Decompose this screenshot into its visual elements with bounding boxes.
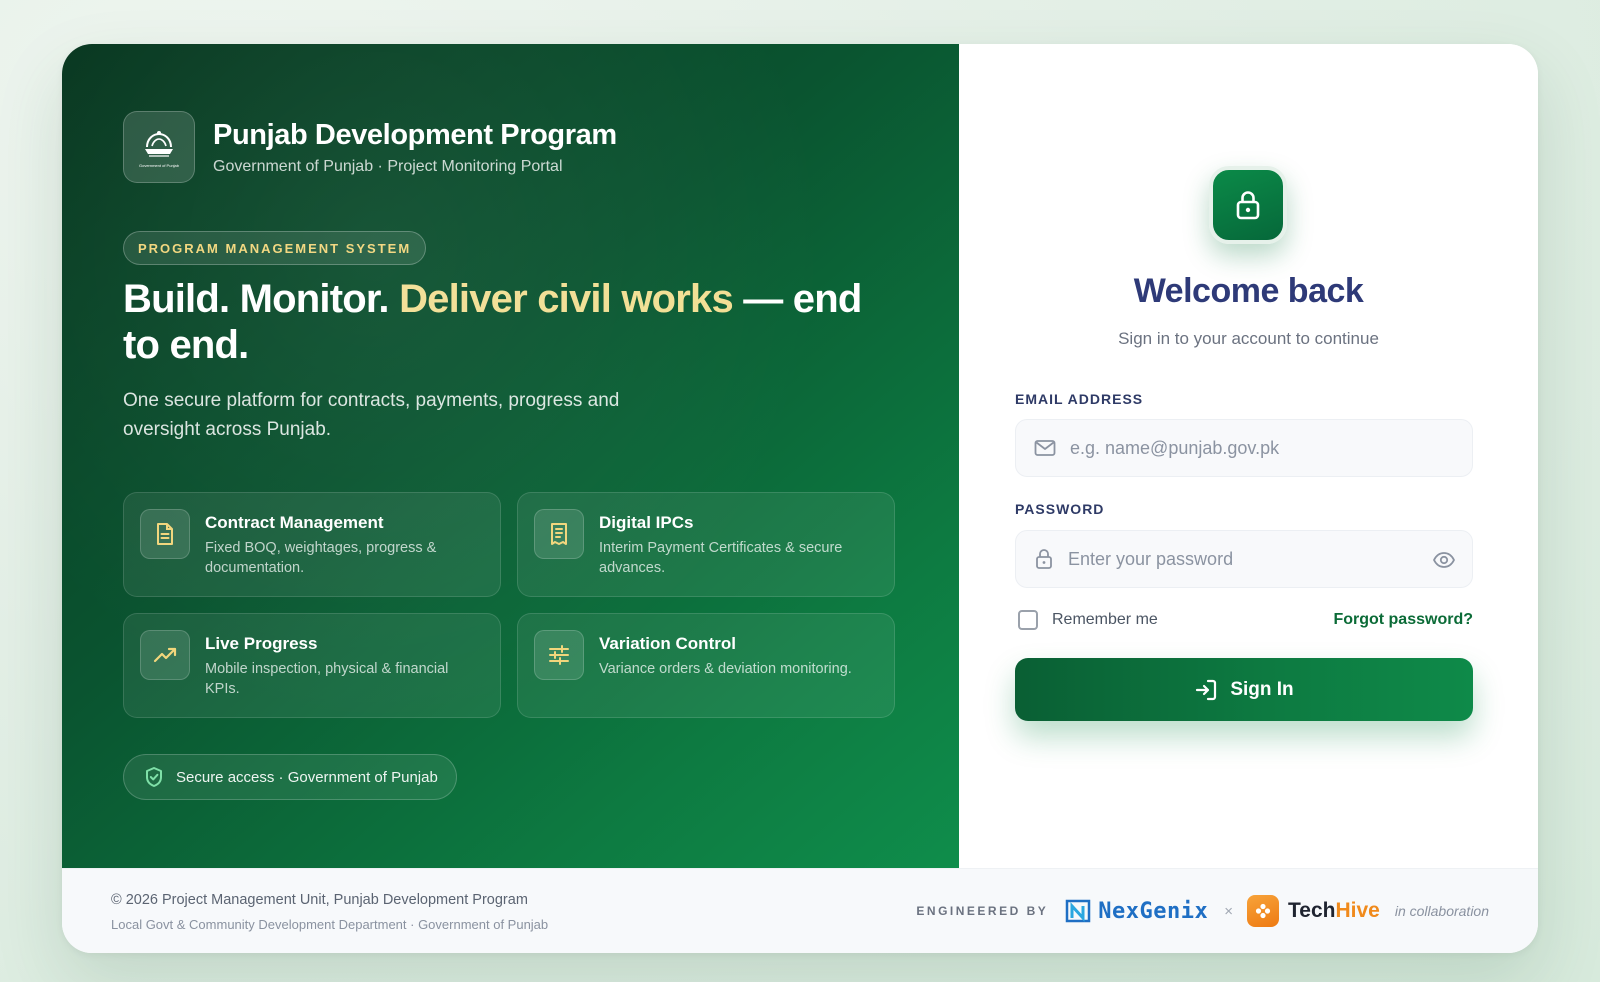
feature-grid: Contract Management Fixed BOQ, weightage…: [123, 492, 897, 718]
document-icon: [140, 509, 190, 559]
credits: ENGINEERED BY NexGenix × Tech Hive in col…: [916, 893, 1489, 929]
seal-caption: Government of Punjab: [138, 162, 180, 168]
nexgenix-name: NexGenix: [1098, 898, 1209, 924]
password-label: PASSWORD: [1015, 501, 1105, 517]
feature-title: Variation Control: [599, 634, 736, 653]
email-input[interactable]: [1070, 437, 1410, 459]
techhive-name-tech: Tech: [1288, 899, 1336, 922]
login-arrow-icon: [1196, 679, 1217, 700]
headline-accent: Deliver civil works: [399, 277, 734, 321]
headline-part-1: Build. Monitor.: [123, 277, 400, 321]
hero-lead: One secure platform for contracts, payme…: [123, 390, 620, 440]
feature-description: Interim Payment Certificates & secure ad…: [599, 540, 843, 576]
login-subtitle: Sign in to your account to continue: [1118, 329, 1379, 348]
techhive-name-hive: Hive: [1335, 899, 1380, 922]
program-pill: PROGRAM MANAGEMENT SYSTEM: [123, 231, 427, 265]
brand-subtitle: Government of Punjab · Project Monitorin…: [213, 158, 563, 175]
seal-icon: [145, 130, 173, 157]
hero-headline: Build. Monitor. Deliver civil works — en…: [123, 276, 863, 368]
government-seal-logo: Government of Punjab: [123, 111, 195, 183]
feature-description: Mobile inspection, physical & financial …: [205, 661, 449, 697]
shield-check-icon: [146, 767, 162, 787]
login-form-panel: Welcome back Sign in to your account to …: [959, 44, 1538, 868]
brand-title: Punjab Development Program: [213, 119, 617, 151]
remember-me-checkbox[interactable]: [1018, 610, 1038, 630]
nexgenix-logo: NexGenix: [1064, 898, 1208, 924]
techhive-mark-icon: [1247, 895, 1279, 927]
techhive-logo: Tech Hive: [1247, 895, 1380, 927]
mail-icon: [1034, 440, 1056, 456]
sign-in-button[interactable]: Sign In: [1015, 658, 1473, 721]
email-label: EMAIL ADDRESS: [1015, 391, 1144, 407]
remember-me[interactable]: Remember me: [1018, 610, 1158, 630]
feature-card: Digital IPCs Interim Payment Certificate…: [517, 492, 895, 597]
lock-icon: [1209, 166, 1287, 244]
nexgenix-mark-icon: [1066, 899, 1091, 923]
separator: ×: [1224, 902, 1233, 920]
sliders-icon: [534, 630, 584, 680]
secure-access-text: Secure access · Government of Punjab: [176, 768, 438, 786]
feature-title: Live Progress: [205, 634, 318, 653]
receipt-icon: [534, 509, 584, 559]
feature-description: Variance orders & deviation monitoring.: [599, 661, 852, 677]
feature-card: Live Progress Mobile inspection, physica…: [123, 613, 501, 718]
remember-me-label: Remember me: [1052, 611, 1158, 628]
feature-title: Digital IPCs: [599, 513, 694, 532]
sign-in-label: Sign In: [1230, 678, 1294, 700]
trending-up-icon: [140, 630, 190, 680]
login-title: Welcome back: [1133, 272, 1364, 310]
show-password-eye-icon[interactable]: [1432, 548, 1456, 572]
feature-card: Variation Control Variance orders & devi…: [517, 613, 895, 718]
engineered-by-label: ENGINEERED BY: [916, 904, 1049, 918]
feature-card: Contract Management Fixed BOQ, weightage…: [123, 492, 501, 597]
feature-description: Fixed BOQ, weightages, progress & docume…: [205, 540, 437, 576]
collaboration-note: in collaboration: [1394, 903, 1489, 919]
hero-panel: Government of Punjab Punjab Development …: [62, 44, 959, 868]
email-field[interactable]: [1015, 419, 1473, 477]
lock-small-icon: [1036, 549, 1052, 569]
copyright-text: © 2026 Project Management Unit, Punjab D…: [111, 892, 528, 908]
brand-header: Government of Punjab Punjab Development …: [123, 111, 617, 183]
forgot-password-link[interactable]: Forgot password?: [1333, 611, 1473, 629]
feature-title: Contract Management: [205, 513, 384, 532]
department-text: Local Govt & Community Development Depar…: [111, 917, 549, 932]
password-field[interactable]: [1015, 530, 1473, 588]
login-card: Government of Punjab Punjab Development …: [62, 44, 1538, 953]
secure-access-badge: Secure access · Government of Punjab: [123, 754, 457, 800]
page-footer: © 2026 Project Management Unit, Punjab D…: [62, 868, 1538, 953]
password-input[interactable]: [1068, 548, 1408, 570]
